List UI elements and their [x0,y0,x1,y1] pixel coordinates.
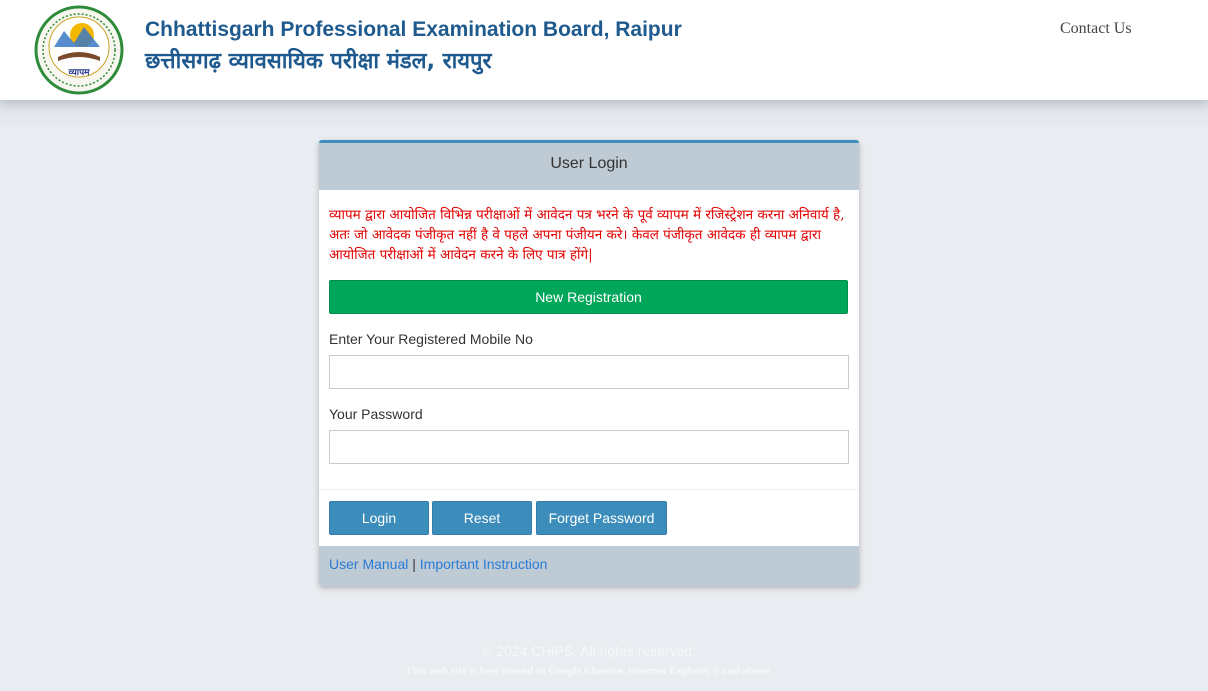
forget-password-button[interactable]: Forget Password [536,501,667,535]
link-separator: | [412,556,416,572]
vyapam-logo: व्यापम [34,5,124,95]
logo-text: व्यापम [67,68,90,78]
login-panel-footer: User Manual | Important Instruction [319,546,859,586]
registration-notice: व्यापम द्वारा आयोजित विभिन्न परीक्षाओं म… [329,207,845,263]
form-divider [319,489,859,490]
browser-compatibility-note: This web site is best viewed in Google C… [405,665,773,677]
user-manual-link[interactable]: User Manual [329,556,408,572]
reset-button[interactable]: Reset [432,501,532,535]
password-label: Your Password [329,406,423,422]
login-panel-title: User Login [319,143,859,190]
board-title-english: Chhattisgarh Professional Examination Bo… [145,18,682,41]
header-shadow-band [0,100,1208,130]
mobile-input[interactable] [329,355,849,389]
login-panel: User Login व्यापम द्वारा आयोजित विभिन्न … [319,140,859,586]
help-links: User Manual | Important Instruction [329,556,547,572]
login-button[interactable]: Login [329,501,429,535]
copyright-text: © 2024 CHiPS. All rights reserved. [481,643,697,659]
contact-us-link[interactable]: Contact Us [1060,20,1132,38]
mobile-label: Enter Your Registered Mobile No [329,331,533,347]
new-registration-button[interactable]: New Registration [329,280,848,314]
board-title-hindi: छत्तीसगढ़ व्यावसायिक परीक्षा मंडल, रायपु… [145,49,492,74]
password-input[interactable] [329,430,849,464]
important-instruction-link[interactable]: Important Instruction [420,556,548,572]
site-header: व्यापम Chhattisgarh Professional Examina… [0,0,1208,100]
